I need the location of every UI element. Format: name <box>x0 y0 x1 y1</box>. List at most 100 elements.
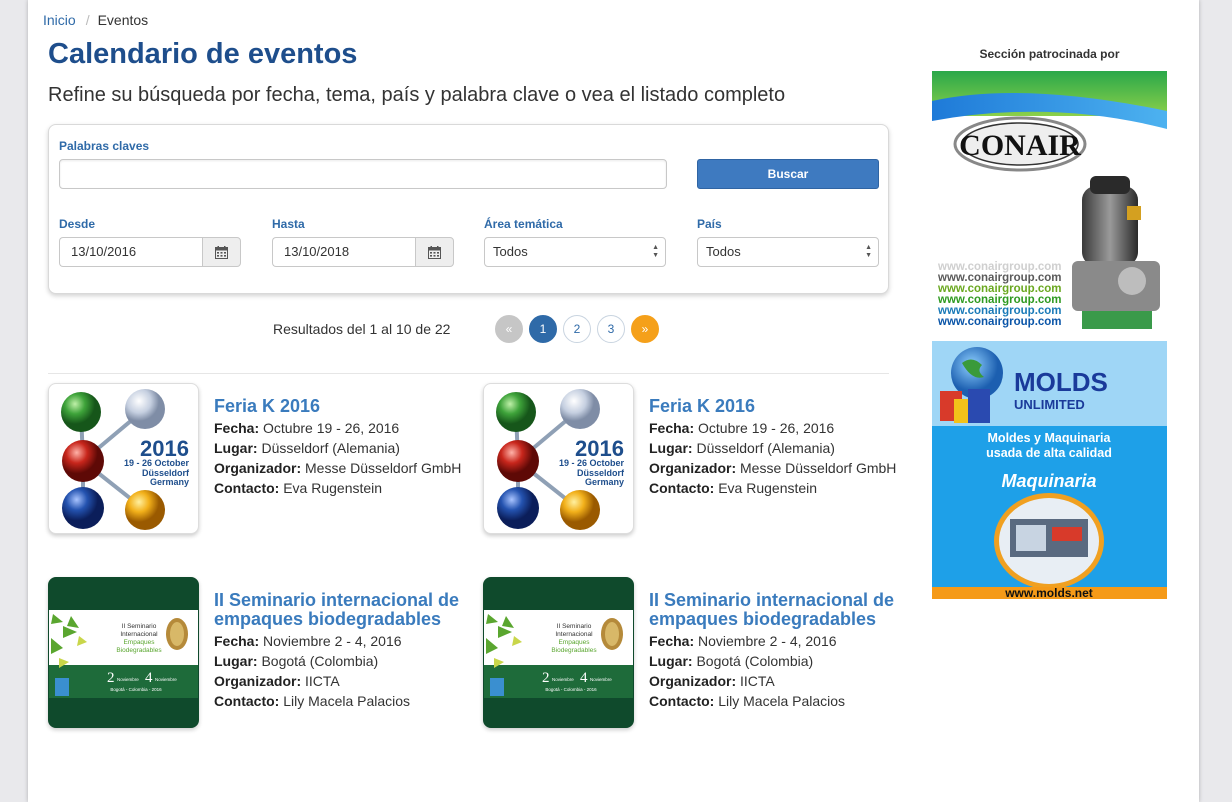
event-organizer-label: Organizador: <box>649 673 737 689</box>
molds-ad-banner[interactable]: MOLDS UNLIMITED Moldes y Maquinaria usad… <box>932 341 1167 599</box>
to-date-input[interactable]: 13/10/2018 <box>272 237 415 267</box>
event-organizer-value: IICTA <box>740 673 775 689</box>
sponsor-label: Sección patrocinada por <box>979 47 1120 61</box>
event-place-value: Düsseldorf (Alemania) <box>696 440 835 456</box>
event-date: Fecha: Octubre 19 - 26, 2016 <box>649 418 899 438</box>
banner-month: Noviembre <box>117 677 139 682</box>
from-date-label: Desde <box>59 217 96 231</box>
event-contact-label: Contacto: <box>649 480 715 496</box>
logo-dates: 19 - 26 October <box>124 458 190 468</box>
from-date-field: 13/10/2016 <box>59 237 241 267</box>
event-place-label: Lugar: <box>214 653 258 669</box>
keywords-input[interactable] <box>59 159 667 189</box>
event-place: Lugar: Bogotá (Colombia) <box>214 651 464 671</box>
event-organizer-value: Messe Düsseldorf GmbH <box>740 460 897 476</box>
country-select-value: Todos <box>706 244 741 259</box>
event-details: Feria K 2016 Fecha: Octubre 19 - 26, 201… <box>649 397 899 498</box>
calendar-icon <box>428 245 441 259</box>
banner-line-3: Empaques <box>123 639 155 646</box>
event-place-label: Lugar: <box>649 440 693 456</box>
banner-start-day: 2 <box>107 670 115 686</box>
event-contact-label: Contacto: <box>649 693 715 709</box>
country-select[interactable]: Todos ▲ ▼ <box>697 237 879 267</box>
event-date: Fecha: Noviembre 2 - 4, 2016 <box>649 631 899 651</box>
event-contact-label: Contacto: <box>214 693 280 709</box>
event-thumbnail[interactable]: 2016 19 - 26 October Düsseldorf Germany <box>483 383 634 534</box>
event-date-label: Fecha: <box>214 633 260 649</box>
event-date-value: Noviembre 2 - 4, 2016 <box>698 633 837 649</box>
banner-place: Bogotá - Colombia - 2016 <box>545 687 597 692</box>
seminar-banner: II Seminario Internacional Empaques Biod… <box>49 578 198 727</box>
event-contact-value: Eva Rugenstein <box>718 480 818 496</box>
pagination-page-3[interactable]: 3 <box>597 315 625 343</box>
pagination-page-2[interactable]: 2 <box>563 315 591 343</box>
breadcrumb-home-link[interactable]: Inicio <box>43 12 76 28</box>
event-date: Fecha: Noviembre 2 - 4, 2016 <box>214 631 464 651</box>
pagination-next[interactable]: » <box>631 315 659 343</box>
event-date-value: Octubre 19 - 26, 2016 <box>263 420 400 436</box>
event-contact: Contacto: Eva Rugenstein <box>214 478 464 498</box>
molds-machinery-text: Maquinaria <box>1001 471 1096 491</box>
event-organizer-value: IICTA <box>305 673 340 689</box>
event-contact-label: Contacto: <box>214 480 280 496</box>
keywords-label: Palabras claves <box>59 139 150 153</box>
seminar-banner: II Seminario Internacional Empaques Biod… <box>484 578 633 727</box>
event-title-link[interactable]: Feria K 2016 <box>214 397 464 416</box>
event-contact: Contacto: Eva Rugenstein <box>649 478 899 498</box>
event-title-link[interactable]: Feria K 2016 <box>649 397 899 416</box>
event-organizer: Organizador: IICTA <box>214 671 464 691</box>
select-arrows-icon: ▲ ▼ <box>865 244 872 259</box>
page-title: Calendario de eventos <box>48 38 358 70</box>
pagination-page-1[interactable]: 1 <box>529 315 557 343</box>
molds-brand-line-1: MOLDS <box>1014 367 1108 397</box>
banner-line-3: Empaques <box>558 639 590 646</box>
event-contact: Contacto: Lily Macela Palacios <box>649 691 899 711</box>
from-date-input[interactable]: 13/10/2016 <box>59 237 202 267</box>
banner-line-4: Biodegradables <box>551 647 597 654</box>
from-calendar-button[interactable] <box>202 237 241 267</box>
conair-ad-graphic: CONAIR www.conairgroup.com www.conairgro… <box>932 71 1167 331</box>
search-button[interactable]: Buscar <box>697 159 879 189</box>
event-contact-value: Eva Rugenstein <box>283 480 383 496</box>
event-card: 2016 19 - 26 October Düsseldorf Germany … <box>483 383 896 543</box>
event-thumbnail[interactable]: 2016 19 - 26 October Düsseldorf Germany <box>48 383 199 534</box>
molds-brand-line-2: UNLIMITED <box>1014 397 1085 412</box>
search-panel: Palabras claves Buscar Desde 13/10/2016 … <box>48 124 889 294</box>
event-organizer: Organizador: IICTA <box>649 671 899 691</box>
event-place: Lugar: Düsseldorf (Alemania) <box>214 438 464 458</box>
molds-tagline-2: usada de alta calidad <box>986 446 1112 460</box>
results-count: Resultados del 1 al 10 de 22 <box>273 321 451 337</box>
banner-line-1: II Seminario <box>122 623 157 630</box>
event-date-value: Octubre 19 - 26, 2016 <box>698 420 835 436</box>
event-card: II Seminario Internacional Empaques Biod… <box>483 577 894 737</box>
event-title-link[interactable]: II Seminario internacional de empaques b… <box>214 591 464 629</box>
event-details: II Seminario internacional de empaques b… <box>214 591 464 711</box>
banner-start-day: 2 <box>542 670 550 686</box>
banner-place: Bogotá - Colombia - 2016 <box>110 687 162 692</box>
area-label: Área temática <box>484 217 563 231</box>
event-thumbnail[interactable]: II Seminario Internacional Empaques Biod… <box>48 577 199 728</box>
to-calendar-button[interactable] <box>415 237 454 267</box>
event-thumbnail[interactable]: II Seminario Internacional Empaques Biod… <box>483 577 634 728</box>
event-place-value: Bogotá (Colombia) <box>261 653 379 669</box>
event-place: Lugar: Düsseldorf (Alemania) <box>649 438 899 458</box>
pagination-prev[interactable]: « <box>495 315 523 343</box>
event-place-value: Düsseldorf (Alemania) <box>261 440 400 456</box>
banner-line-2: Internacional <box>555 631 593 638</box>
event-title-link[interactable]: II Seminario internacional de empaques b… <box>649 591 899 629</box>
event-organizer-label: Organizador: <box>649 460 737 476</box>
event-place-label: Lugar: <box>214 440 258 456</box>
event-date-value: Noviembre 2 - 4, 2016 <box>263 633 402 649</box>
logo-country: Germany <box>585 477 624 487</box>
breadcrumb-separator: / <box>85 12 90 28</box>
event-details: Feria K 2016 Fecha: Octubre 19 - 26, 201… <box>214 397 464 498</box>
conair-url-6: www.conairgroup.com <box>937 316 1062 328</box>
area-select[interactable]: Todos ▲ ▼ <box>484 237 666 267</box>
breadcrumb: Inicio / Eventos <box>43 12 148 28</box>
event-organizer: Organizador: Messe Düsseldorf GmbH <box>649 458 899 478</box>
banner-line-1: II Seminario <box>557 623 592 630</box>
event-contact-value: Lily Macela Palacios <box>718 693 846 709</box>
conair-ad-banner[interactable]: CONAIR www.conairgroup.com www.conairgro… <box>932 71 1167 331</box>
banner-line-4: Biodegradables <box>116 647 162 654</box>
event-date: Fecha: Octubre 19 - 26, 2016 <box>214 418 464 438</box>
